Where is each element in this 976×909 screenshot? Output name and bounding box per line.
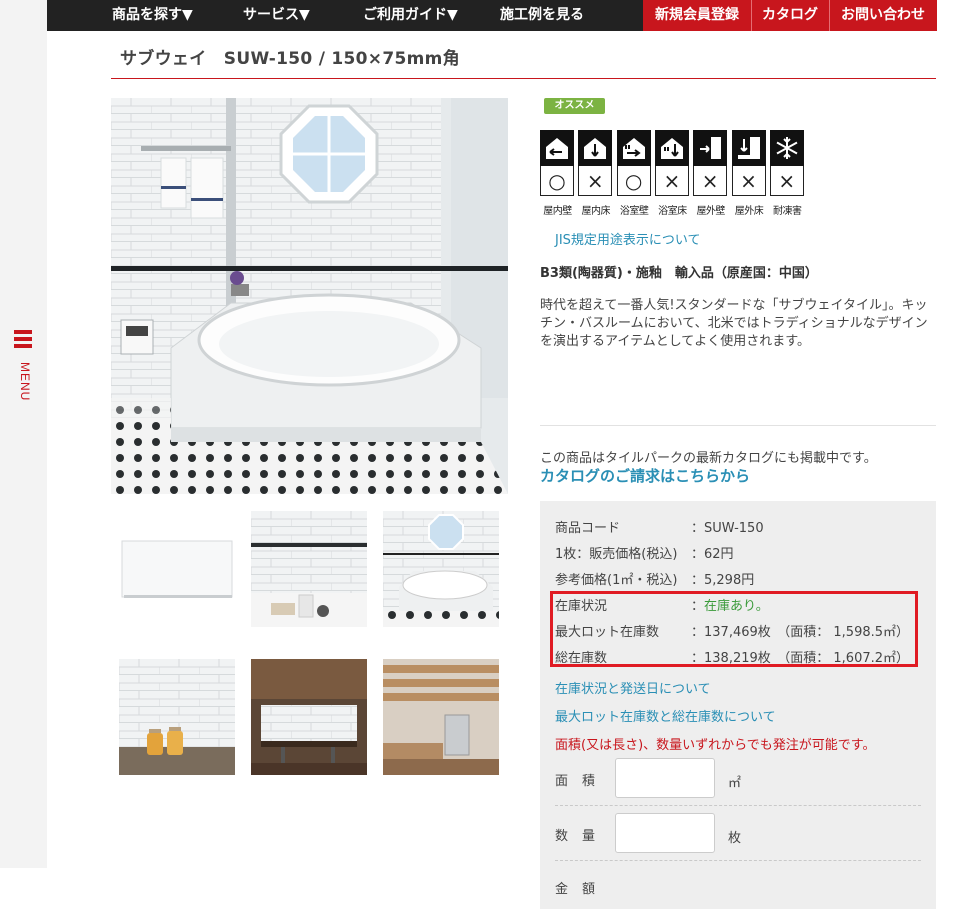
usage-mark: × [654,166,689,196]
usage-outdoor-floor: × 屋外床 [731,130,767,217]
usage-outdoor-wall: × 屋外壁 [693,130,728,217]
field-divider [555,805,921,806]
frost-resistance-icon [769,130,804,166]
catalog-request-link[interactable]: カタログのご請求はこちらから [540,465,750,486]
usage-mark: ○ [540,166,574,196]
lot-stock-link[interactable]: 最大ロット在庫数と総在庫数について [555,706,776,725]
info-key: 最大ロット在庫数 [555,625,660,640]
area-label: 面積 [555,774,610,789]
info-value: ：5,298円 [691,573,755,588]
quantity-input[interactable] [615,813,715,853]
description-divider [540,425,936,426]
usage-frost-resistance: × 耐凍害 [769,130,805,217]
usage-indoor-floor: × 屋内床 [578,130,613,217]
usage-label: 耐凍害 [773,206,802,217]
thumbnail-bathroom[interactable] [383,511,499,627]
product-spec: B3類(陶器質)・施釉 輸入品（原産国：中国） [540,266,818,281]
nav-contact-button[interactable]: お問い合わせ [829,0,937,31]
field-divider [555,860,921,861]
nav-red-group: 新規会員登録 カタログ お問い合わせ [643,0,937,31]
usage-mark: ○ [616,166,651,196]
main-product-photo[interactable] [111,98,508,494]
area-input[interactable] [615,758,715,798]
usage-mark: × [693,166,728,196]
side-menu-button[interactable]: MENU [10,330,36,401]
thumbnail-wall[interactable] [251,511,367,627]
info-value: ：62円 [691,547,734,562]
info-key: 在庫状況 [555,599,608,614]
outdoor-wall-icon [693,130,728,166]
info-value: ：137,469枚 （面積： 1,598.5㎡） [691,625,910,640]
info-key: 参考価格(1㎡・税込) [555,573,678,588]
area-unit: ㎡ [728,776,742,791]
amount-label: 金額 [555,882,610,897]
usage-mark: × [578,166,613,196]
thumbnail-cafe[interactable] [251,659,367,775]
info-key: 総在庫数 [555,651,608,666]
usage-label: 屋内壁 [543,206,572,217]
indoor-floor-icon [578,130,613,166]
outdoor-floor-icon [731,130,766,166]
usage-indoor-wall: ○ 屋内壁 [540,130,575,217]
usage-label: 浴室床 [658,206,687,217]
thumbnail-tile[interactable] [119,511,235,627]
usage-label: 屋外壁 [696,206,725,217]
side-menu-label: MENU [18,362,32,402]
info-key: 商品コード [555,521,621,536]
title-divider [111,78,936,79]
usage-label: 浴室壁 [619,206,649,217]
info-value: ：SUW-150 [691,521,764,536]
usage-bath-floor: × 浴室床 [654,130,690,217]
product-description: 時代を超えて一番人気!スタンダードな「サブウェイタイル」。キッチン・バスルームに… [540,298,928,349]
nav-register-button[interactable]: 新規会員登録 [643,0,751,31]
bath-floor-icon [654,130,689,166]
thumbnail-kitchen-jars[interactable] [119,659,235,775]
catalog-note: この商品はタイルパークの最新カタログにも掲載中です。 [540,451,877,466]
quantity-label: 数量 [555,829,610,844]
nav-item-examples[interactable]: 施工例を見る [500,0,584,31]
info-key: 1枚：販売価格(税込) [555,547,678,562]
page-title: サブウェイ SUW-150 / 150×75mm角 [120,49,460,69]
usage-label: 屋内床 [581,206,611,217]
nav-item-guide[interactable]: ご利用ガイド▼ [363,0,458,31]
info-value: ：138,219枚 （面積： 1,607.2㎡） [691,651,910,666]
nav-item-products[interactable]: 商品を探す▼ [112,0,193,31]
stock-status-value: 在庫あり。 [704,599,769,614]
order-note: 面積(又は長さ)、数量いずれからでも発注が可能です。 [555,738,876,753]
stock-shipping-link[interactable]: 在庫状況と発送日について [555,678,711,697]
side-strip [0,0,47,868]
indoor-wall-icon [540,130,574,166]
recommended-badge: オススメ [544,98,605,114]
usage-label: 屋外床 [734,206,764,217]
usage-mark: × [731,166,766,196]
product-info-panel: 商品コード ：SUW-150 1枚：販売価格(税込) ：62円 参考価格(1㎡・… [540,501,936,909]
top-navigation: 商品を探す▼ サービス▼ ご利用ガイド▼ 施工例を見る 新規会員登録 カタログ … [47,0,937,31]
nav-item-services[interactable]: サービス▼ [243,0,310,31]
thumbnail-wood-kitchen[interactable] [383,659,499,775]
hamburger-icon [14,330,32,348]
bath-wall-icon [616,130,651,166]
quantity-unit: 枚 [728,831,742,846]
jis-usage-link[interactable]: JIS規定用途表示について [555,229,701,248]
usage-bath-wall: ○ 浴室壁 [616,130,652,217]
info-value: ：在庫あり。 [691,599,769,614]
nav-catalog-button[interactable]: カタログ [751,0,829,31]
usage-mark: × [769,166,804,196]
